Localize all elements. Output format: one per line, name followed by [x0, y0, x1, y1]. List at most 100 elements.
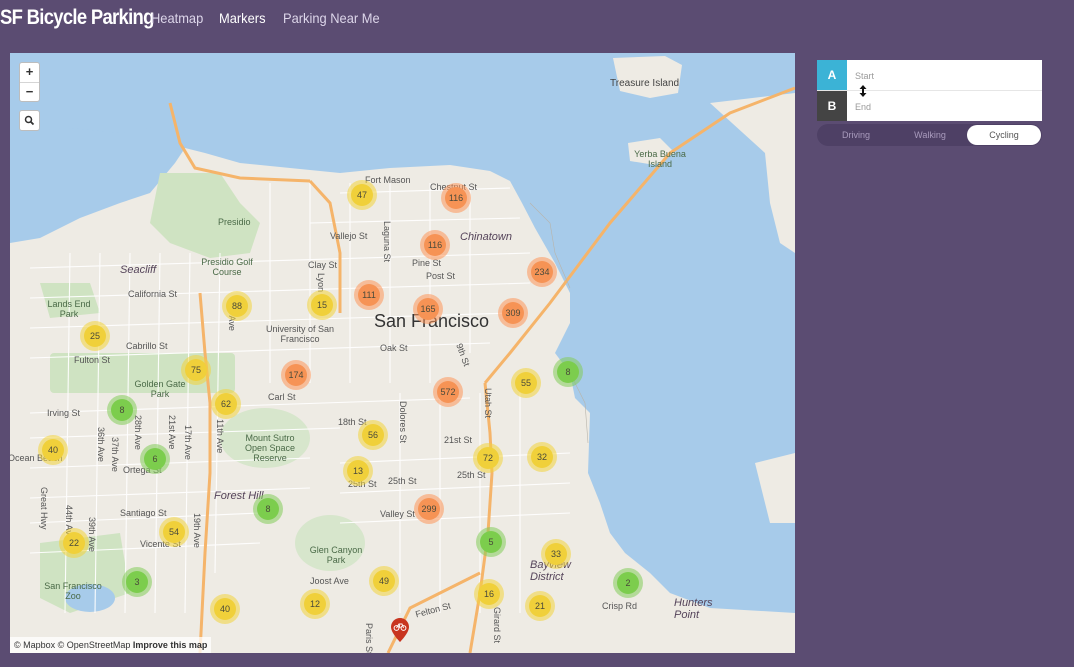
- label-girard: Girard St: [492, 607, 502, 644]
- label-irving: Irving St: [47, 408, 81, 418]
- cluster-marker[interactable]: 116: [420, 230, 450, 260]
- start-row: A: [817, 60, 1042, 90]
- zoom-in-button[interactable]: +: [20, 63, 39, 82]
- cluster-marker[interactable]: 2: [613, 568, 643, 598]
- label-fulton: Fulton St: [74, 355, 111, 365]
- attribution-mapbox-link[interactable]: © Mapbox: [14, 640, 55, 650]
- cluster-marker[interactable]: 299: [414, 494, 444, 524]
- cluster-marker[interactable]: 40: [38, 435, 68, 465]
- label-21st: 21st St: [444, 435, 473, 445]
- mode-driving[interactable]: Driving: [819, 125, 893, 145]
- cluster-marker[interactable]: 25: [80, 321, 110, 351]
- label-california: California St: [128, 289, 178, 299]
- label-usf: University of San Francisco: [265, 324, 335, 344]
- cluster-marker[interactable]: 13: [343, 456, 373, 486]
- label-cabrillo: Cabrillo St: [126, 341, 168, 351]
- cluster-marker[interactable]: 75: [181, 355, 211, 385]
- map-basemap: [10, 53, 795, 653]
- cluster-marker[interactable]: 33: [541, 539, 571, 569]
- brand-title[interactable]: SF Bicycle Parking: [0, 6, 154, 30]
- label-presidio: Presidio: [218, 217, 251, 227]
- nav-link-heatmap[interactable]: Heatmap: [151, 10, 203, 26]
- cluster-marker[interactable]: 62: [211, 389, 241, 419]
- cluster-marker[interactable]: 49: [369, 566, 399, 596]
- start-input[interactable]: [853, 66, 1037, 86]
- end-row: B: [817, 90, 1042, 121]
- cluster-marker[interactable]: 12: [300, 589, 330, 619]
- cluster-marker[interactable]: 3: [122, 567, 152, 597]
- label-glen-canyon: Glen Canyon Park: [309, 545, 363, 565]
- label-yerba-buena: Yerba Buena Island: [634, 149, 686, 169]
- cluster-marker[interactable]: 40: [210, 594, 240, 624]
- label-19th-ave: 19th Ave: [192, 513, 202, 548]
- end-input[interactable]: [853, 97, 1037, 117]
- mode-cycling[interactable]: Cycling: [967, 125, 1041, 145]
- zoom-control: + −: [19, 62, 40, 102]
- label-chinatown: Chinatown: [460, 231, 512, 243]
- label-valley: Valley St: [380, 509, 415, 519]
- nav-link-markers[interactable]: Markers: [219, 10, 266, 26]
- cluster-marker[interactable]: 55: [511, 368, 541, 398]
- label-36th-ave: 36th Ave: [96, 427, 106, 462]
- cluster-marker[interactable]: 8: [253, 494, 283, 524]
- cluster-marker[interactable]: 88: [222, 291, 252, 321]
- swap-arrows-icon[interactable]: [858, 84, 868, 97]
- label-lands-end: Lands End Park: [47, 299, 91, 319]
- cluster-marker[interactable]: 16: [474, 579, 504, 609]
- label-25th-b: 25th St: [388, 476, 417, 486]
- cluster-marker[interactable]: 72: [473, 443, 503, 473]
- cluster-marker[interactable]: 165: [413, 294, 443, 324]
- cluster-marker[interactable]: 54: [159, 517, 189, 547]
- cluster-marker[interactable]: 8: [553, 357, 583, 387]
- cluster-marker[interactable]: 47: [347, 180, 377, 210]
- attribution-osm-link[interactable]: © OpenStreetMap: [58, 640, 131, 650]
- label-17th-ave: 17th Ave: [183, 425, 193, 460]
- start-badge: A: [817, 60, 847, 90]
- label-paris: Paris St: [364, 623, 374, 653]
- cluster-marker[interactable]: 572: [433, 377, 463, 407]
- nav-link-parking-near-me[interactable]: Parking Near Me: [283, 10, 380, 26]
- label-37th-ave: 37th Ave: [110, 437, 120, 472]
- cluster-marker[interactable]: 116: [441, 183, 471, 213]
- cluster-marker[interactable]: 5: [476, 527, 506, 557]
- label-hunters-point: Hunters Point: [674, 597, 713, 621]
- label-crisp: Crisp Rd: [602, 601, 638, 611]
- search-icon: [24, 115, 35, 126]
- cluster-marker[interactable]: 8: [107, 395, 137, 425]
- cluster-marker[interactable]: 309: [498, 298, 528, 328]
- travel-mode-toggle: Driving Walking Cycling: [817, 124, 1042, 146]
- directions-panel: A B: [817, 60, 1042, 121]
- label-presidio-golf: Presidio Golf Course: [201, 257, 253, 277]
- cluster-marker[interactable]: 234: [527, 257, 557, 287]
- zoom-out-button[interactable]: −: [20, 82, 39, 101]
- label-21st-ave: 21st Ave: [167, 415, 177, 450]
- cluster-marker[interactable]: 21: [525, 591, 555, 621]
- cluster-marker[interactable]: 111: [354, 280, 384, 310]
- top-navbar: SF Bicycle Parking Heatmap Markers Parki…: [0, 0, 1074, 40]
- improve-map-link[interactable]: Improve this map: [133, 640, 208, 650]
- label-clay: Clay St: [308, 260, 338, 270]
- cluster-marker[interactable]: 22: [59, 528, 89, 558]
- mode-walking[interactable]: Walking: [893, 125, 967, 145]
- end-badge: B: [817, 91, 847, 121]
- map-canvas[interactable]: Treasure Island Yerba Buena Island Fort …: [10, 53, 795, 653]
- geocoder-search-button[interactable]: [19, 110, 40, 131]
- cluster-marker[interactable]: 15: [307, 290, 337, 320]
- label-treasure-island: Treasure Island: [610, 78, 680, 89]
- label-carl: Carl St: [268, 392, 296, 402]
- cluster-marker[interactable]: 56: [358, 420, 388, 450]
- label-post: Post St: [426, 271, 456, 281]
- label-great-hwy: Great Hwy: [39, 487, 49, 530]
- cluster-marker[interactable]: 6: [140, 444, 170, 474]
- label-joost: Joost Ave: [310, 576, 349, 586]
- bike-location-pin-icon[interactable]: [391, 618, 409, 647]
- label-vallejo: Vallejo St: [330, 231, 368, 241]
- cluster-marker[interactable]: 174: [281, 360, 311, 390]
- label-oak: Oak St: [380, 343, 408, 353]
- label-11th-ave: 11th Ave: [215, 419, 225, 454]
- label-golden-gate-park: Golden Gate Park: [134, 379, 186, 399]
- label-dolores: Dolores St: [398, 401, 408, 444]
- cluster-marker[interactable]: 32: [527, 442, 557, 472]
- label-seacliff: Seacliff: [120, 264, 157, 276]
- label-sf-zoo: San Francisco Zoo: [44, 581, 102, 601]
